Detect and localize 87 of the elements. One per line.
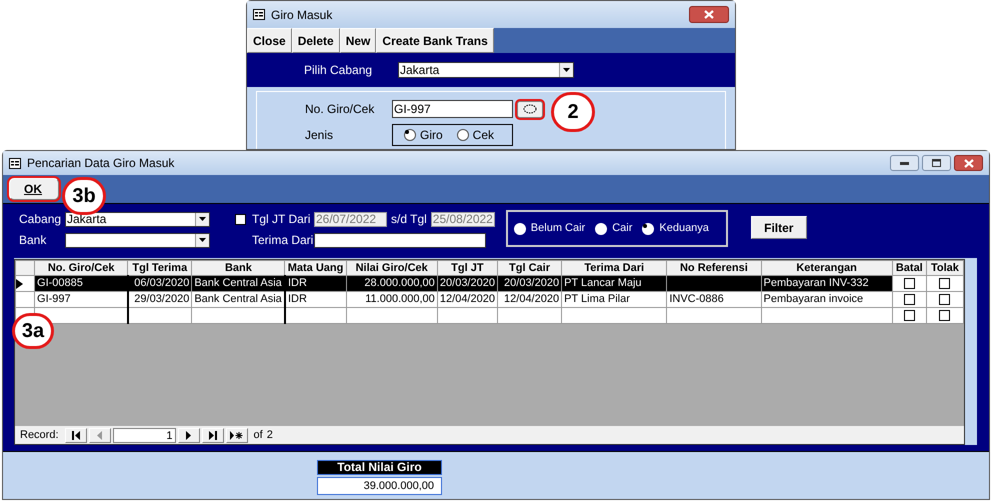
toolbar-button[interactable]: OK	[9, 178, 59, 200]
bank-dropdown[interactable]	[65, 232, 210, 248]
field-label: Cabang	[19, 211, 62, 228]
field-label: Bank	[19, 232, 48, 249]
checkbox[interactable]	[939, 294, 950, 305]
column-header[interactable]: Tgl Cair	[497, 260, 562, 276]
minimize-icon	[900, 162, 909, 164]
next-record-icon	[186, 430, 192, 440]
close-button[interactable]	[954, 155, 983, 171]
maximize-icon	[932, 159, 941, 167]
previous-record-button[interactable]	[88, 428, 111, 442]
column-header[interactable]: No. Giro/Cek	[34, 260, 128, 276]
radio-label: Belum Cair	[530, 221, 586, 236]
radio-button[interactable]	[456, 129, 469, 141]
dropdown-button[interactable]	[559, 63, 573, 77]
radio-label: Keduanya	[659, 221, 709, 236]
previous-record-icon	[97, 430, 102, 440]
last-record-icon	[208, 430, 217, 440]
maximize-button[interactable]	[922, 155, 951, 171]
date-field[interactable]: 25/08/2022	[430, 212, 495, 226]
number-field[interactable]: GI-997	[392, 100, 513, 118]
toolbar-button[interactable]: Close	[247, 28, 292, 53]
table-row[interactable]: GI-997 29/03/2020 Bank Central Asia IDR 11.000.000,00 12/04/2020 12/04/2020 PT Lima Pilar INVC-0886 Pembayaran invoice	[16, 292, 964, 308]
form-icon	[253, 9, 265, 20]
field-label: No. Giro/Cek	[305, 101, 376, 118]
column-header[interactable]: Tgl JT	[437, 260, 498, 276]
toolbar-button[interactable]: Create Bank Trans	[376, 28, 494, 53]
record-number-field[interactable]: 1	[112, 428, 176, 442]
new-record-button[interactable]	[226, 428, 248, 442]
window-title: Pencarian Data Giro Masuk	[27, 155, 174, 172]
minimize-button[interactable]	[890, 155, 919, 171]
close-button[interactable]	[689, 6, 729, 23]
date-field[interactable]: 26/07/2022	[314, 212, 387, 226]
column-header[interactable]: Keterangan	[761, 260, 892, 276]
field-label: Jenis	[305, 127, 334, 144]
form-icon	[9, 158, 21, 168]
next-record-button[interactable]	[178, 428, 200, 442]
radio-label: Giro	[420, 127, 443, 144]
checkbox[interactable]	[904, 310, 915, 321]
last-record-button[interactable]	[202, 428, 224, 442]
checkbox[interactable]	[235, 214, 246, 224]
from-field[interactable]	[314, 232, 486, 248]
field-label: s/d Tgl	[391, 211, 427, 228]
search-button[interactable]	[517, 100, 543, 118]
checkbox[interactable]	[904, 278, 915, 289]
total-field: 39.000.000,00	[317, 477, 442, 495]
row-header	[16, 260, 35, 276]
navigator-label: of	[254, 428, 263, 443]
column-header[interactable]: Nilai Giro/Cek	[346, 260, 438, 276]
checkbox[interactable]	[939, 310, 950, 321]
caret-icon	[563, 68, 570, 72]
checkbox-label: Tgl JT Dari	[252, 211, 312, 228]
new-record-icon	[230, 430, 244, 440]
close-icon	[964, 158, 974, 168]
first-record-icon	[72, 430, 80, 440]
branch-dropdown[interactable]: Jakarta	[398, 62, 574, 78]
close-icon	[704, 10, 714, 19]
current-row-icon	[16, 278, 23, 288]
record-count: 2	[266, 428, 273, 443]
column-header[interactable]: Terima Dari	[562, 260, 667, 276]
radio-label: Cek	[472, 127, 494, 144]
radio-label: Cair	[612, 221, 632, 236]
toolbar-button[interactable]: Delete	[292, 28, 340, 53]
radio-button[interactable]	[404, 129, 416, 141]
column-header[interactable]: Mata Uang	[284, 260, 346, 276]
toolbar-button[interactable]: New	[340, 28, 376, 53]
caret-icon	[199, 238, 206, 242]
table-row[interactable]: GI-00885 06/03/2020 Bank Central Asia IDR 28.000.000,00 20/03/2020 20/03/2020 PT Lancar Maju Pembayaran INV-332	[16, 276, 964, 292]
filter-button[interactable]: Filter	[750, 216, 807, 239]
checkbox[interactable]	[904, 294, 915, 305]
column-header[interactable]: Tolak	[926, 260, 964, 276]
column-header[interactable]: Batal	[892, 260, 926, 276]
column-header[interactable]: Tgl Terima	[128, 260, 192, 276]
field-label: Terima Dari	[252, 232, 314, 249]
window-title: Giro Masuk	[271, 6, 332, 24]
column-header[interactable]: No Referensi	[666, 260, 761, 276]
field-label: Pilih Cabang	[304, 62, 374, 79]
search-icon	[523, 104, 537, 114]
column-header[interactable]: Bank	[192, 260, 285, 276]
dropdown-button[interactable]	[195, 212, 209, 226]
branch-dropdown[interactable]: Jakarta	[65, 212, 210, 226]
first-record-button[interactable]	[64, 428, 87, 442]
total-label: Total Nilai Giro	[317, 460, 442, 475]
caret-icon	[199, 217, 206, 221]
dropdown-button[interactable]	[195, 234, 209, 246]
checkbox[interactable]	[939, 278, 950, 289]
navigator-label: Record:	[20, 428, 59, 443]
